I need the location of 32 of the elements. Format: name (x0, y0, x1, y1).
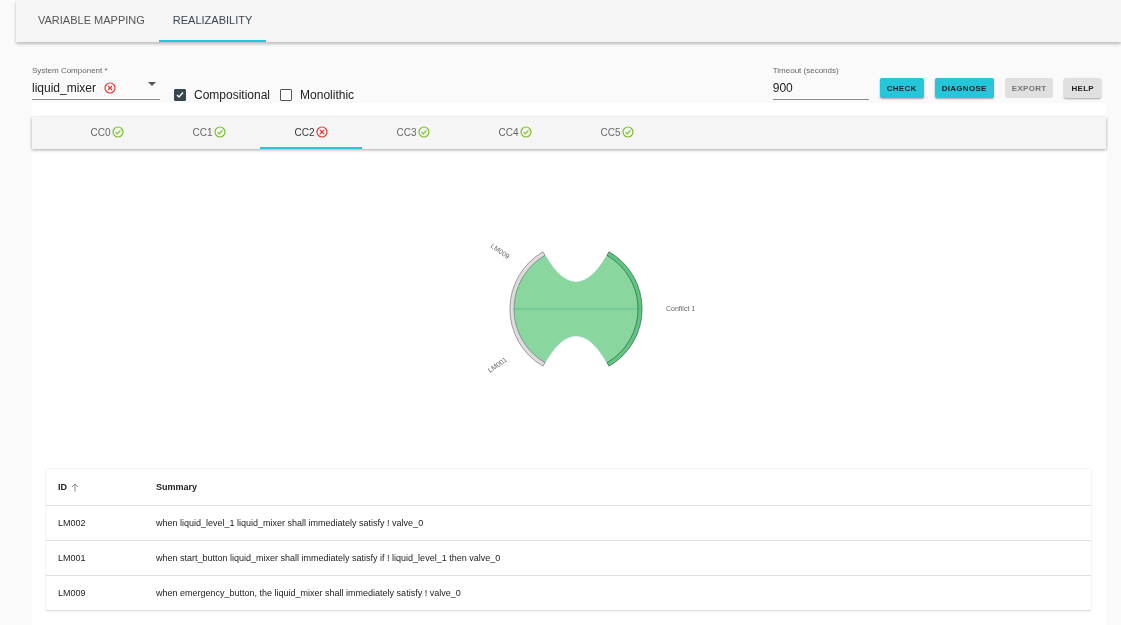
option-checkbox[interactable]: Compositional (174, 88, 271, 102)
tab[interactable]: VARIABLE MAPPING (24, 0, 159, 42)
table-cell-text: LM001 (58, 553, 87, 563)
table-cell-text: LM002 (58, 518, 87, 528)
component-tab[interactable]: CC5 (566, 117, 668, 149)
action-button[interactable]: DIAGNOSE (934, 78, 994, 98)
action-button[interactable]: CHECK (879, 78, 924, 98)
component-tab[interactable]: CC2 (260, 117, 362, 149)
check-circle-icon (417, 126, 430, 138)
action-button[interactable]: HELP (1064, 78, 1101, 98)
column-header[interactable]: ID (58, 482, 156, 492)
table-cell-text: LM009 (58, 588, 87, 598)
table-cell-text: when start_button liquid_mixer shall immediately satisfy if ! liquid_level_1 then valve_0 (156, 553, 502, 563)
column-header[interactable]: Summary (156, 482, 1091, 492)
check-circle-icon (621, 126, 634, 138)
table-cell-text: when liquid_level_1 liquid_mixer shall immediately satisfy ! valve_0 (156, 518, 425, 528)
option-checkbox[interactable]: Monolithic (280, 88, 355, 102)
component-tab[interactable]: CC3 (362, 117, 464, 149)
component-tab[interactable]: CC1 (158, 117, 260, 149)
component-tab[interactable]: CC0 (56, 117, 158, 149)
table-cell-text: when emergency_button, the liquid_mixer shall immediately satisfy ! valve_0 (156, 588, 462, 598)
dropdown-caret-icon (148, 82, 156, 87)
check-circle-icon (111, 126, 124, 138)
system-component-select[interactable]: System Component * liquid_mixer (32, 66, 160, 100)
check-circle-icon (213, 126, 226, 138)
error-circle-icon (315, 126, 328, 138)
checkmark-icon (176, 91, 184, 99)
error-circle-icon (104, 82, 117, 94)
timeout-field[interactable]: Timeout (seconds) 900 (772, 66, 869, 100)
tab[interactable]: REALIZABILITY (158, 0, 267, 42)
check-circle-icon (519, 126, 532, 138)
component-tab[interactable]: CC4 (464, 117, 566, 149)
